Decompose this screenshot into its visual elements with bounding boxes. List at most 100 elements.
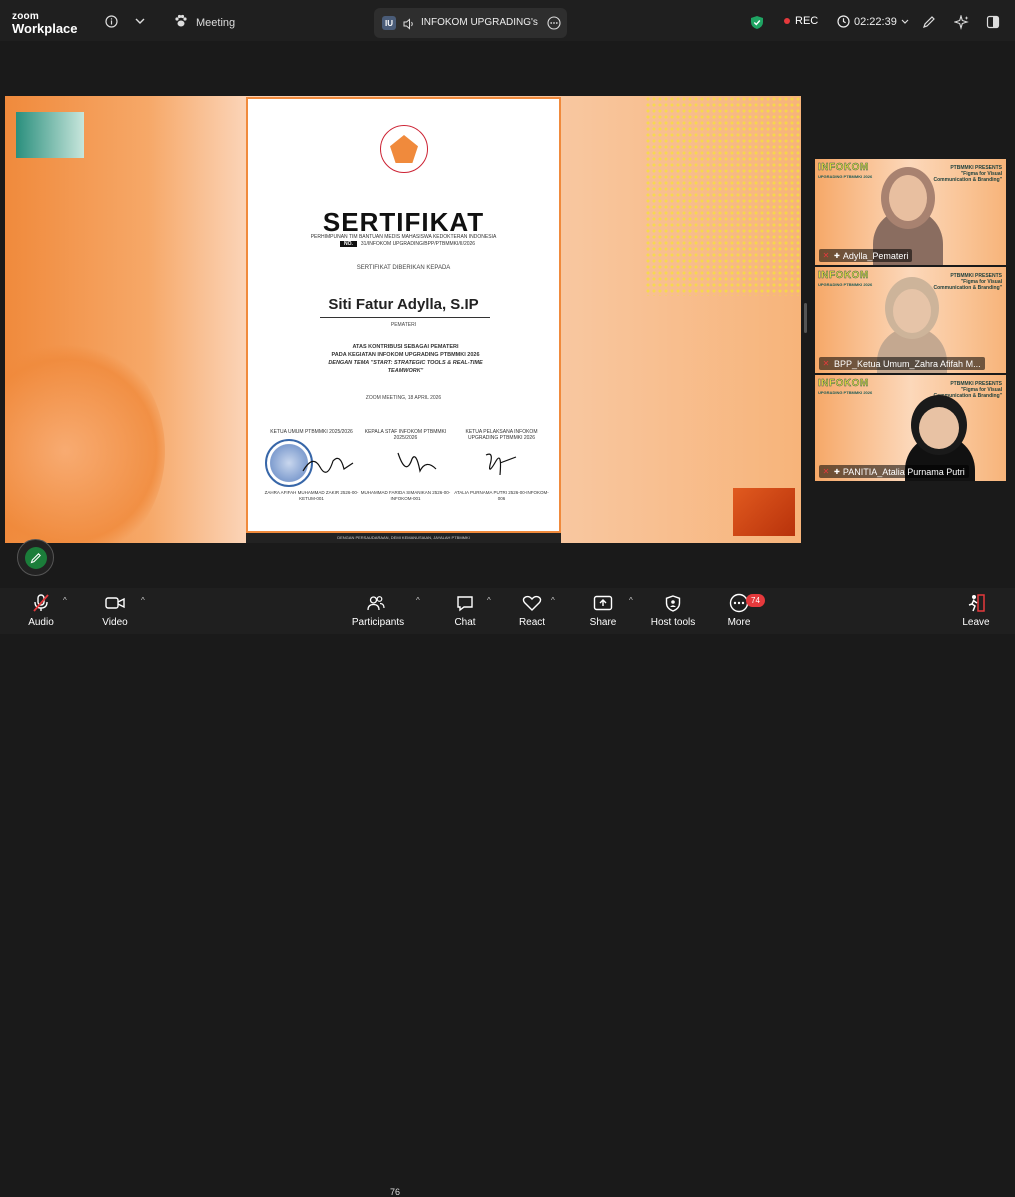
shared-screen: SERTIFIKAT PERHIMPUNAN TIM BANTUAN MEDIS… [5,96,801,543]
signatory-title: KETUA UMUM PTBMMKI 2025/2026 [270,429,353,435]
tile-caption: PTBMMKI PRESENTS "Figma for Visual Commu… [933,273,1002,291]
logo-line2: Workplace [12,21,78,36]
certificate-footer: DENGAN PERSAUDARAAN, DEMI KEMANUSIAAN, J… [246,533,561,543]
participants-label: Participants [351,617,405,628]
video-camera-icon [96,593,134,613]
paw-icon [172,12,190,30]
leave-label: Leave [962,617,990,628]
face [889,175,927,221]
tile-brand-sub: UPGRADING PTBMMKI 2026 [818,174,873,179]
signature-2 [397,452,437,473]
mic-muted-icon: ✕ [822,359,830,368]
mic-muted-icon [22,593,60,613]
share-title: INFOKOM UPGRADING's scr [421,17,541,28]
video-button[interactable]: Video [96,593,134,628]
participant-name-label: ✕ BPP_Ketua Umum_Zahra Afifah M... [819,357,985,370]
annotation-pencil-button[interactable] [17,539,54,576]
host-tools-button[interactable]: Host tools [648,593,698,628]
certificate-date: ZOOM MEETING, 18 APRIL 2026 [365,395,442,401]
tile-caption: PTBMMKI PRESENTS "Figma for Visual Commu… [933,165,1002,183]
top-bar: zoom Workplace Meeting IU INFOKOM UPGRAD… [0,0,1015,41]
pin-icon: ✚ [834,468,840,476]
certificate-body: ATAS KONTRIBUSI SEBAGAI PEMATERI PADA KE… [328,344,483,374]
tile-brand: INFOKOM [818,378,869,389]
sharer-badge: IU [382,16,396,30]
audio-label: Audio [28,617,54,628]
tile-brand: INFOKOM [818,162,869,173]
organization-seal-logo [380,125,428,173]
participant-name-label: ✕ ✚ Adylla_Pemateri [819,249,913,262]
chat-bubble-icon [450,593,480,613]
chevron-down-icon [901,19,909,24]
share-label: Share [589,617,617,628]
chat-options-caret[interactable]: ^ [487,596,491,605]
recipient-name: Siti Fatur Adylla, S.IP [328,296,479,313]
signature-1 [302,457,354,473]
signatory-name: ATALIA PURNAMA PUTRI 2526-00-INFOKOM-006 [454,490,549,501]
speaker-icon [403,17,415,35]
meeting-label[interactable]: Meeting [196,17,235,29]
security-shield-icon[interactable] [748,13,766,31]
mic-muted-icon: ✕ [822,251,830,260]
shield-icon [648,593,698,613]
leave-icon [961,593,991,613]
notification-badge: 74 [746,594,765,607]
zoom-logo: zoom Workplace [12,12,78,36]
meeting-timer[interactable]: 02:22:39 [837,15,909,28]
certificate-subtitle: PERHIMPUNAN TIM BANTUAN MEDIS MAHASISWA … [310,234,497,240]
react-label: React [518,617,546,628]
host-tools-label: Host tools [650,617,696,628]
share-button[interactable]: Share [588,593,618,628]
participant-name-label: ✕ ✚ PANITIA_Atalia Purnama Putri [819,465,969,478]
tile-brand: INFOKOM [818,270,869,281]
participants-count: 76 [390,1187,401,1197]
clock-icon [837,15,850,28]
participant-tile[interactable]: INFOKOM UPGRADING PTBMMKI 2026 PTBMMKI P… [815,267,1006,373]
signatory-name: ZAHRA AFIFAH MUHAMMAD ZAKIR 2526-00-KETU… [264,490,359,501]
decorative-swirl [5,336,165,543]
exit-fullscreen-icon[interactable] [982,11,1004,33]
certificate-number: NO. 31/INFOKOM UPGRADING/BPP/PTBMMKI/II/2… [340,241,475,247]
screen-share-indicator[interactable]: IU INFOKOM UPGRADING's scr [374,8,567,38]
name-underline [320,317,490,318]
participant-gallery: INFOKOM UPGRADING PTBMMKI 2026 PTBMMKI P… [815,159,1006,481]
heart-icon [517,593,547,613]
video-options-caret[interactable]: ^ [141,596,145,605]
share-screen-icon [588,593,618,613]
video-label: Video [102,617,128,628]
annotate-pen-icon[interactable] [918,11,940,33]
participants-options-caret[interactable]: ^ [416,596,420,605]
meeting-toolbar: Audio ^ Video ^ Participants 76 ^ Chat ^… [0,588,1015,1197]
leave-button[interactable]: Leave [961,593,991,628]
face [893,289,931,333]
signatory-title: KEPALA STAF INFOKOM PTBMMKI 2025/2026 [364,429,447,441]
decorative-teal-block [16,112,84,158]
more-options-icon[interactable] [547,16,561,35]
participants-button[interactable]: Participants [350,593,406,628]
gallery-resize-handle[interactable] [804,303,807,333]
chat-button[interactable]: Chat [450,593,480,628]
signature-3 [485,453,517,476]
participant-tile[interactable]: INFOKOM UPGRADING PTBMMKI 2026 PTBMMKI P… [815,375,1006,481]
recording-label: REC [795,15,819,27]
info-icon[interactable] [102,12,120,30]
share-options-caret[interactable]: ^ [629,596,633,605]
audio-options-caret[interactable]: ^ [63,596,67,605]
react-button[interactable]: React [517,593,547,628]
chevron-down-icon[interactable] [131,12,149,30]
react-options-caret[interactable]: ^ [551,596,555,605]
ai-companion-sparkle-icon[interactable] [950,11,972,33]
certificate: SERTIFIKAT PERHIMPUNAN TIM BANTUAN MEDIS… [246,97,561,533]
participant-tile[interactable]: INFOKOM UPGRADING PTBMMKI 2026 PTBMMKI P… [815,159,1006,265]
tile-brand-sub: UPGRADING PTBMMKI 2026 [818,282,873,287]
recording-indicator[interactable]: REC [784,15,818,27]
mic-muted-icon: ✕ [822,467,830,476]
tile-brand-sub: UPGRADING PTBMMKI 2026 [818,390,873,395]
signatory-name: MUHAMMAD FARIDA SIMANIKAN 2526-00-INFOKO… [360,490,451,501]
audio-button[interactable]: Audio [22,593,60,628]
timer-value: 02:22:39 [854,15,897,28]
recipient-role: PEMATERI [390,322,417,328]
chat-label: Chat [454,617,476,628]
participants-icon [350,593,406,613]
decorative-dots [645,96,801,296]
